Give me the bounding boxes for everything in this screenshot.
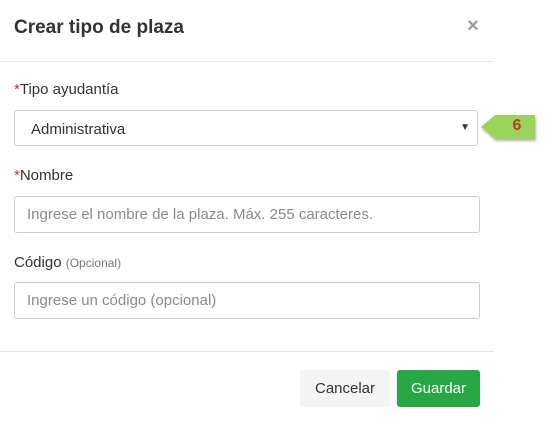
tipo-ayudantia-select[interactable]: Administrativa ▼ bbox=[14, 110, 478, 146]
codigo-label: Código (Opcional) bbox=[14, 254, 121, 271]
footer-divider bbox=[0, 351, 494, 352]
optional-note: (Opcional) bbox=[65, 256, 122, 270]
codigo-label-text: Código bbox=[14, 254, 62, 271]
nombre-input[interactable] bbox=[14, 196, 480, 233]
create-plaza-type-modal: Crear tipo de plaza × *Tipo ayudantía Ad… bbox=[0, 0, 494, 422]
cancel-button[interactable]: Cancelar bbox=[300, 370, 390, 407]
select-value: Administrativa bbox=[31, 121, 126, 138]
nombre-label-text: Nombre bbox=[19, 167, 74, 184]
close-icon: × bbox=[467, 15, 479, 37]
codigo-input[interactable] bbox=[14, 282, 480, 319]
chevron-down-icon: ▼ bbox=[460, 122, 470, 133]
step-callout: 6 bbox=[481, 113, 539, 143]
nombre-label: *Nombre bbox=[14, 167, 73, 184]
modal-header: Crear tipo de plaza × bbox=[0, 0, 494, 62]
modal-title: Crear tipo de plaza bbox=[14, 17, 184, 38]
callout-number: 6 bbox=[512, 117, 522, 134]
close-button[interactable]: × bbox=[464, 15, 482, 37]
tipo-ayudantia-label-text: Tipo ayudantía bbox=[19, 81, 119, 98]
save-button[interactable]: Guardar bbox=[397, 370, 480, 407]
tipo-ayudantia-label: *Tipo ayudantía bbox=[14, 81, 119, 98]
